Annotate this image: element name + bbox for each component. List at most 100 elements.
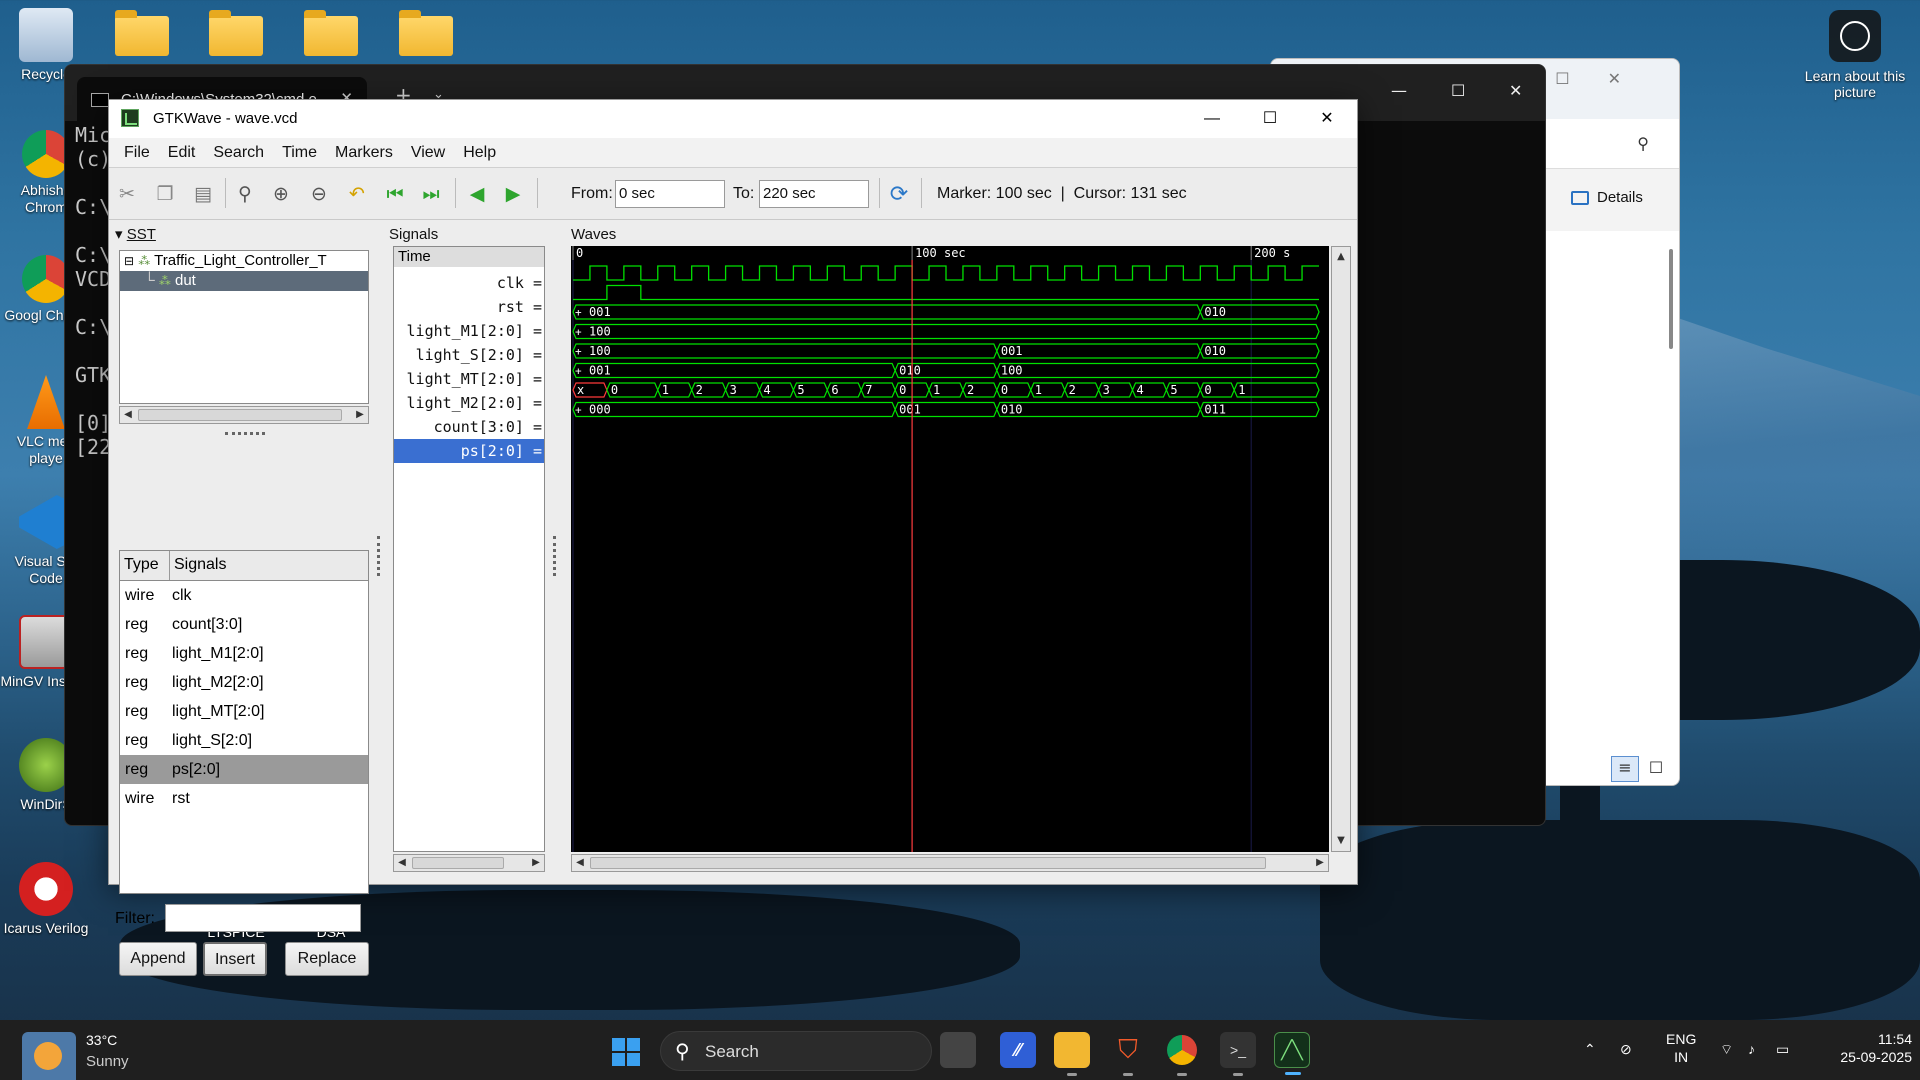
- next-edge-icon[interactable]: ▶: [499, 180, 527, 208]
- search-icon[interactable]: ⚲: [1637, 134, 1649, 153]
- menu-search[interactable]: Search: [204, 144, 273, 162]
- column-type[interactable]: Type: [120, 551, 170, 580]
- gtkwave-taskbar-icon[interactable]: ╱╲: [1274, 1032, 1310, 1075]
- reload-icon[interactable]: ⟳: [885, 180, 913, 208]
- close-button[interactable]: ✕: [1307, 106, 1347, 132]
- sst-header[interactable]: ▾ SST: [115, 224, 375, 246]
- table-row[interactable]: reg ps[2:0]: [120, 755, 368, 784]
- jump-to-start-icon[interactable]: ⏮: [381, 180, 409, 208]
- menu-edit[interactable]: Edit: [159, 144, 205, 162]
- pane-resize-grip[interactable]: [377, 536, 381, 576]
- signal-type-table[interactable]: Type Signals wire clk reg count[3:0] reg ligh…: [119, 550, 369, 894]
- tree-item-top[interactable]: ⊟ ⁂ Traffic_Light_Controller_T: [120, 251, 368, 271]
- learn-about-picture[interactable]: Learn about this picture: [1800, 10, 1910, 100]
- column-signals[interactable]: Signals: [170, 551, 230, 580]
- gtkwave-window[interactable]: GTKWave - wave.vcd — ☐ ✕ File Edit Searc…: [108, 99, 1358, 976]
- from-time-input[interactable]: 0 sec: [615, 180, 725, 208]
- desktop-icon-icarus-verilog[interactable]: Icarus Verilog: [0, 862, 92, 937]
- maximize-button[interactable]: ☐: [1451, 81, 1465, 100]
- pane-resize-grip[interactable]: [225, 432, 265, 436]
- signals-list[interactable]: Time clk = rst = light_M1[2:0] = light_S[2:…: [393, 246, 545, 852]
- desktop-icon-folder[interactable]: [96, 8, 188, 60]
- signal-row[interactable]: light_MT[2:0] =: [394, 367, 544, 391]
- network-alert-icon[interactable]: ⊘: [1620, 1040, 1632, 1058]
- explorer-scrollbar[interactable]: [1669, 249, 1673, 349]
- signal-row[interactable]: light_M1[2:0] =: [394, 319, 544, 343]
- taskbar-search[interactable]: ⚲ Search: [660, 1031, 932, 1071]
- gtkwave-titlebar[interactable]: GTKWave - wave.vcd — ☐ ✕: [109, 100, 1357, 138]
- signal-row[interactable]: rst =: [394, 295, 544, 319]
- scroll-up-icon[interactable]: ▲: [1332, 249, 1350, 265]
- table-row[interactable]: reg light_M2[2:0]: [120, 668, 368, 697]
- scroll-thumb[interactable]: [412, 857, 504, 869]
- signal-row[interactable]: light_M2[2:0] =: [394, 391, 544, 415]
- tree-item-dut[interactable]: └ ⁂ dut: [120, 271, 368, 291]
- zoom-undo-icon[interactable]: ↶: [343, 180, 371, 208]
- weather-widget[interactable]: 33°C Sunny: [22, 1028, 142, 1080]
- scroll-thumb[interactable]: [590, 857, 1266, 869]
- zoom-fit-icon[interactable]: ⚲: [231, 180, 259, 208]
- scroll-right-icon[interactable]: ▶: [1312, 855, 1328, 871]
- volume-icon[interactable]: ♪: [1748, 1040, 1755, 1058]
- insert-button[interactable]: Insert: [203, 942, 267, 976]
- zoom-in-icon[interactable]: ⊕: [267, 180, 295, 208]
- table-row[interactable]: reg count[3:0]: [120, 610, 368, 639]
- app-icon[interactable]: ⁄⁄: [1000, 1032, 1036, 1068]
- filter-input[interactable]: [165, 904, 361, 932]
- task-view-icon[interactable]: [940, 1032, 976, 1068]
- chrome-icon[interactable]: [1164, 1032, 1200, 1076]
- table-row[interactable]: reg light_S[2:0]: [120, 726, 368, 755]
- tree-hscroll[interactable]: ◀ ▶: [119, 406, 369, 424]
- table-row[interactable]: wire rst: [120, 784, 368, 813]
- menu-markers[interactable]: Markers: [326, 144, 402, 162]
- waveform-canvas[interactable]: 0 100 sec 200 s +001 010 +100 +100 001 010 +001 01…: [571, 246, 1329, 852]
- paste-icon[interactable]: ▤: [189, 180, 217, 208]
- table-row[interactable]: reg light_MT[2:0]: [120, 697, 368, 726]
- minimize-button[interactable]: —: [1192, 106, 1232, 132]
- language-indicator[interactable]: ENG IN: [1666, 1030, 1696, 1066]
- scroll-down-icon[interactable]: ▼: [1332, 833, 1350, 849]
- close-button[interactable]: ✕: [1509, 81, 1522, 100]
- clock[interactable]: 11:54 25-09-2025: [1816, 1030, 1912, 1066]
- desktop-icon-folder[interactable]: [380, 8, 472, 60]
- previous-edge-icon[interactable]: ◀: [463, 180, 491, 208]
- file-explorer-icon[interactable]: [1054, 1032, 1090, 1076]
- menu-time[interactable]: Time: [273, 144, 326, 162]
- wifi-icon[interactable]: ⌔: [1720, 1040, 1733, 1058]
- append-button[interactable]: Append: [119, 942, 197, 976]
- waves-vscroll[interactable]: ▲ ▼: [1331, 246, 1351, 852]
- scroll-right-icon[interactable]: ▶: [352, 407, 368, 423]
- collapse-icon[interactable]: ⊟: [124, 254, 134, 268]
- signals-hscroll[interactable]: ◀ ▶: [393, 854, 545, 872]
- details-view-icon[interactable]: ≡: [1611, 756, 1639, 782]
- hierarchy-tree[interactable]: ⊟ ⁂ Traffic_Light_Controller_T └ ⁂ dut: [119, 250, 369, 404]
- zoom-out-icon[interactable]: ⊖: [305, 180, 333, 208]
- terminal-icon[interactable]: >_: [1220, 1032, 1256, 1076]
- scroll-thumb[interactable]: [138, 409, 342, 421]
- menu-help[interactable]: Help: [454, 144, 505, 162]
- scroll-left-icon[interactable]: ◀: [120, 407, 136, 423]
- waves-hscroll[interactable]: ◀ ▶: [571, 854, 1329, 872]
- table-row[interactable]: wire clk: [120, 581, 368, 610]
- chevron-up-icon[interactable]: ⌃: [1584, 1040, 1596, 1058]
- signal-row[interactable]: ps[2:0] =: [394, 439, 544, 463]
- signal-row[interactable]: light_S[2:0] =: [394, 343, 544, 367]
- tiles-view-icon[interactable]: ☐: [1643, 756, 1669, 782]
- scroll-left-icon[interactable]: ◀: [394, 855, 410, 871]
- to-time-input[interactable]: 220 sec: [759, 180, 869, 208]
- minimize-button[interactable]: —: [1391, 81, 1407, 100]
- desktop-icon-folder[interactable]: [190, 8, 282, 60]
- scroll-right-icon[interactable]: ▶: [528, 855, 544, 871]
- explorer-details-button[interactable]: Details: [1571, 189, 1643, 206]
- battery-icon[interactable]: ▭: [1776, 1040, 1789, 1058]
- start-button[interactable]: [612, 1038, 642, 1068]
- signal-row[interactable]: count[3:0] =: [394, 415, 544, 439]
- desktop-icon-folder[interactable]: [285, 8, 377, 60]
- brave-icon[interactable]: ⛉: [1110, 1032, 1146, 1076]
- waveform-svg[interactable]: 0 100 sec 200 s+ 001 010+ 100+ 100 001 010+ 001 01…: [571, 246, 1329, 852]
- jump-to-end-icon[interactable]: ⏭: [417, 180, 445, 208]
- explorer-window-buttons[interactable]: ☐✕: [1555, 69, 1659, 88]
- replace-button[interactable]: Replace: [285, 942, 369, 976]
- copy-icon[interactable]: ❐: [151, 180, 179, 208]
- scroll-left-icon[interactable]: ◀: [572, 855, 588, 871]
